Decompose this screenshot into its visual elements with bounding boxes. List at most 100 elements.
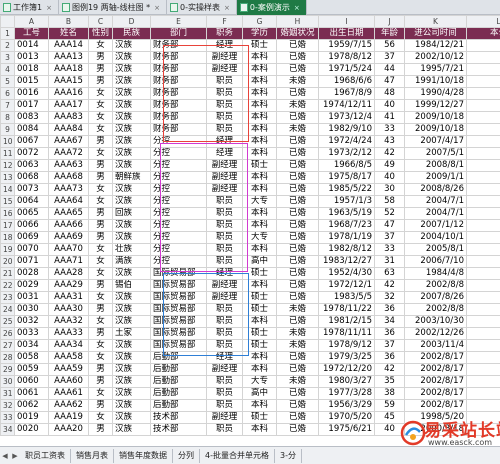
cell[interactable]: 本科 <box>242 243 277 256</box>
cell[interactable]: 本科 <box>242 75 277 88</box>
cell[interactable]: 男 <box>88 51 113 64</box>
cell[interactable]: 37 <box>374 339 405 352</box>
cell[interactable]: 男 <box>88 363 113 376</box>
cell[interactable]: 0017 <box>14 99 49 112</box>
cell[interactable]: 本科 <box>242 399 277 412</box>
cell[interactable]: 32 <box>374 291 405 304</box>
column-header-E[interactable]: E <box>150 15 207 28</box>
cell[interactable]: 1985/5/22 <box>318 183 375 196</box>
cell[interactable]: 汉族 <box>112 267 151 280</box>
cell[interactable]: 0032 <box>14 315 49 328</box>
cell[interactable]: 男 <box>88 399 113 412</box>
cell[interactable]: 已婚 <box>276 279 319 292</box>
cell[interactable]: 1978/8/12 <box>318 51 375 64</box>
cell[interactable]: 已婚 <box>276 351 319 364</box>
cell[interactable]: AAA17 <box>48 99 89 112</box>
cell[interactable]: 职员 <box>206 231 243 244</box>
cell[interactable]: 男 <box>88 207 113 220</box>
column-header-G[interactable]: G <box>242 15 277 28</box>
row-number[interactable]: 10 <box>0 135 15 148</box>
cell[interactable] <box>466 75 500 88</box>
cell[interactable]: AAA33 <box>48 327 89 340</box>
cell[interactable]: 已婚 <box>276 219 319 232</box>
cell[interactable]: 未婚 <box>276 339 319 352</box>
cell[interactable]: 硕士 <box>242 339 277 352</box>
cell[interactable]: 2009/1/1 <box>404 171 467 184</box>
row-number[interactable]: 14 <box>0 183 15 196</box>
cell[interactable]: 本科 <box>242 423 277 436</box>
row-number[interactable]: 34 <box>0 423 15 436</box>
cell[interactable] <box>466 255 500 268</box>
cell[interactable] <box>466 195 500 208</box>
cell[interactable]: 1978/11/11 <box>318 327 375 340</box>
cell[interactable]: 1978/9/12 <box>318 339 375 352</box>
cell[interactable]: 未婚 <box>276 99 319 112</box>
cell[interactable]: 0071 <box>14 255 49 268</box>
cell[interactable]: 汉族 <box>112 387 151 400</box>
row-number[interactable]: 30 <box>0 375 15 388</box>
cell[interactable]: 2009/10/18 <box>404 123 467 136</box>
cell[interactable]: 后勤部 <box>150 387 207 400</box>
cell[interactable]: 经理 <box>206 267 243 280</box>
cell[interactable]: 汉族 <box>112 219 151 232</box>
cell[interactable]: 本科 <box>242 351 277 364</box>
cell[interactable]: 男 <box>88 303 113 316</box>
cell[interactable]: 0034 <box>14 339 49 352</box>
cell[interactable]: 职员 <box>206 207 243 220</box>
cell[interactable]: 女 <box>88 267 113 280</box>
cell[interactable]: 后勤部 <box>150 375 207 388</box>
cell[interactable]: 已婚 <box>276 111 319 124</box>
cell[interactable]: 已婚 <box>276 147 319 160</box>
cell[interactable]: 本科 <box>242 99 277 112</box>
cell[interactable]: 汉族 <box>112 339 151 352</box>
cell[interactable]: 2002/8/17 <box>404 399 467 412</box>
cell[interactable] <box>466 327 500 340</box>
cell[interactable]: 58 <box>374 195 405 208</box>
row-number[interactable]: 32 <box>0 399 15 412</box>
cell[interactable]: 财务部 <box>150 111 207 124</box>
cell[interactable]: 1981/2/15 <box>318 315 375 328</box>
cell[interactable]: 已婚 <box>276 195 319 208</box>
row-number[interactable]: 21 <box>0 267 15 280</box>
cell[interactable]: 国际贸易部 <box>150 279 207 292</box>
row-number[interactable]: 24 <box>0 303 15 316</box>
cell[interactable]: 0084 <box>14 123 49 136</box>
cell[interactable]: 汉族 <box>112 291 151 304</box>
cell[interactable]: 财务部 <box>150 99 207 112</box>
cell[interactable]: 0030 <box>14 303 49 316</box>
row-number[interactable]: 6 <box>0 87 15 100</box>
cell[interactable]: 副经理 <box>206 63 243 76</box>
header-cell[interactable]: 工号 <box>14 27 49 40</box>
cell[interactable]: 0019 <box>14 411 49 424</box>
row-number[interactable]: 7 <box>0 99 15 112</box>
cell[interactable]: 0073 <box>14 183 49 196</box>
row-number[interactable]: 17 <box>0 219 15 232</box>
cell[interactable]: AAA30 <box>48 303 89 316</box>
cell[interactable]: 技术部 <box>150 423 207 436</box>
cell[interactable]: AAA70 <box>48 243 89 256</box>
cell[interactable]: 0061 <box>14 387 49 400</box>
cell[interactable]: AAA62 <box>48 399 89 412</box>
cell[interactable]: 34 <box>374 315 405 328</box>
cell[interactable]: 汉族 <box>112 375 151 388</box>
header-cell[interactable]: 部门 <box>150 27 207 40</box>
cell[interactable]: 男 <box>88 231 113 244</box>
cell[interactable]: 锡伯 <box>112 279 151 292</box>
cell[interactable]: 1983/5/5 <box>318 291 375 304</box>
cell[interactable]: 硕士 <box>242 327 277 340</box>
cell[interactable]: 已婚 <box>276 51 319 64</box>
cell[interactable]: 硕士 <box>242 411 277 424</box>
cell[interactable]: 0033 <box>14 327 49 340</box>
cell[interactable]: 土家 <box>112 327 151 340</box>
cell[interactable]: 女 <box>88 183 113 196</box>
row-number[interactable]: 12 <box>0 159 15 172</box>
header-cell[interactable]: 出生日期 <box>318 27 375 40</box>
cell[interactable] <box>466 123 500 136</box>
close-icon[interactable]: × <box>46 1 52 15</box>
cell[interactable]: 1983/12/27 <box>318 255 375 268</box>
cell[interactable]: 高中 <box>242 255 277 268</box>
column-header-F[interactable]: F <box>206 15 243 28</box>
cell[interactable]: 1984/12/21 <box>404 39 467 52</box>
cell[interactable]: 1952/4/30 <box>318 267 375 280</box>
close-icon[interactable]: × <box>294 1 300 15</box>
